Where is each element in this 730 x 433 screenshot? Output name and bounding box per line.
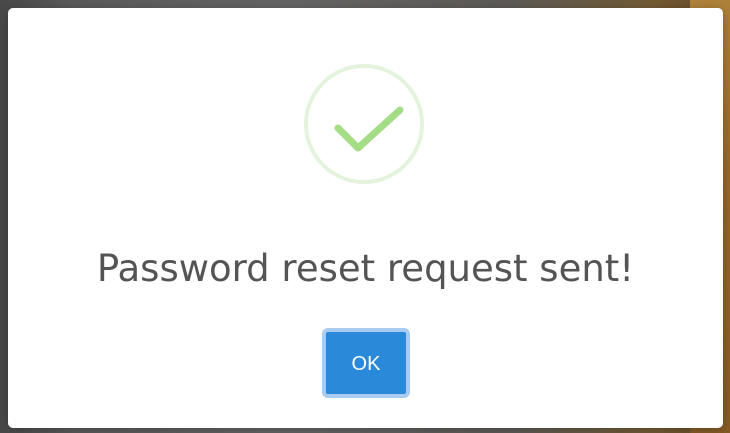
checkmark-icon [334,106,404,152]
alert-dialog: Password reset request sent! OK [8,8,723,428]
success-icon [304,64,424,184]
dialog-title: Password reset request sent! [96,247,635,290]
ok-button[interactable]: OK [322,328,410,398]
